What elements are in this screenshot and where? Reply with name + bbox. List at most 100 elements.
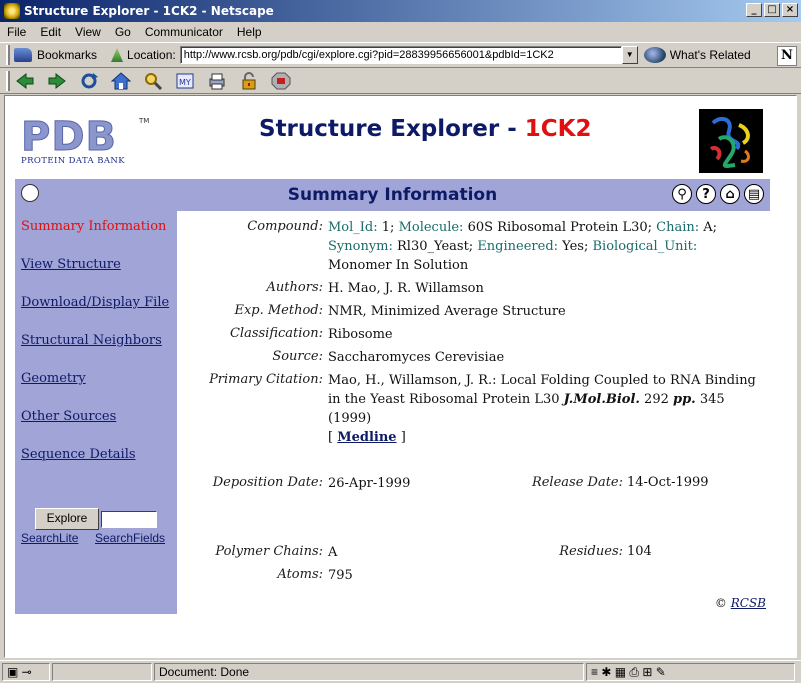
atoms-label: Atoms: [277,567,323,582]
progress-bar [52,663,152,681]
copyright: © RCSB [715,596,766,610]
engineered-key: Engineered: [477,239,559,254]
residues-value: 104 [627,544,652,559]
sidebar-item-sequence-details[interactable]: Sequence Details [21,447,136,462]
molecule-thumbnail[interactable] [699,109,763,173]
source-value: Saccharomyces Cerevisiae [328,350,505,365]
maximize-button[interactable]: □ [764,3,780,17]
contact-icon[interactable]: ▤ [744,184,764,204]
compound-value: Mol_Id: 1; Molecule: 60S Ribosomal Prote… [328,218,748,275]
molecule-key: Molecule: [398,220,464,235]
window-titlebar[interactable]: Structure Explorer - 1CK2 - Netscape _ □… [0,0,801,22]
whats-related-button[interactable]: What's Related [670,48,751,62]
mol-id-value: 1; [377,220,399,235]
compound-label: Compound: [247,219,323,234]
residues-label: Residues: [559,544,623,559]
bookmarks-button[interactable]: Bookmarks [37,48,97,62]
url-input[interactable]: http://www.rcsb.org/pdb/cgi/explore.cgi?… [179,46,622,64]
chain-key: Chain: [656,220,700,235]
polymer-chains-value: A [328,545,338,560]
synonym-key: Synonym: [328,239,393,254]
navigation-toolbar: MY [0,69,801,94]
medline-bracket-open: [ [328,430,338,445]
citation-journal: J.Mol.Biol. [563,392,640,407]
component-bar[interactable]: ≡ ✱ ▦ ⎙ ⊞ ✎ [586,663,795,681]
search-icon[interactable] [142,71,164,91]
summary-header-bar: Summary Information ⚲ ? ⌂ ▤ [15,179,770,211]
status-text: Document: Done [154,663,584,681]
authors-value: H. Mao, J. R. Willamson [328,281,484,296]
mol-id-key: Mol_Id: [328,220,378,235]
home-icon[interactable] [110,71,132,91]
sidebar-item-structural-neighbors[interactable]: Structural Neighbors [21,333,162,348]
sidebar-item-other-sources[interactable]: Other Sources [21,409,116,424]
sidebar-item-download-display-file[interactable]: Download/Display File [21,295,169,310]
explore-button[interactable]: Explore [35,508,99,530]
location-toolbar: Bookmarks Location: http://www.rcsb.org/… [0,42,801,68]
toolbar-grip[interactable] [6,71,10,91]
classification-label: Classification: [229,326,323,341]
menu-communicator[interactable]: Communicator [144,25,224,39]
medline-bracket-close: ] [396,430,406,445]
pdb-logo-letters: PDB [21,114,118,160]
release-date-label: Release Date: [531,475,623,490]
rcsb-link[interactable]: RCSB [731,596,766,610]
authors-label: Authors: [266,280,323,295]
location-icon[interactable] [111,48,124,62]
menu-go[interactable]: Go [114,25,132,39]
menu-edit[interactable]: Edit [39,25,62,39]
searchfields-link[interactable]: SearchFields [95,531,165,545]
sidebar-item-summary-information[interactable]: Summary Information [21,219,166,234]
my-netscape-icon[interactable]: MY [174,71,196,91]
netscape-app-icon [4,3,20,19]
toolbar-grip[interactable] [6,45,10,65]
security-icon[interactable] [238,71,260,91]
citation-pp: pp. [673,392,696,407]
atoms-value: 795 [328,568,353,583]
explore-input[interactable] [101,511,157,528]
whats-related-icon[interactable] [643,47,666,63]
citation-volume: 292 [639,392,673,407]
help-icon[interactable]: ? [696,184,716,204]
medline-link[interactable]: Medline [337,430,396,445]
page-title-prefix: Structure Explorer - [259,116,525,142]
synonym-value: Rl30_Yeast; [392,239,478,254]
page-content: PDB TM PROTEIN DATA BANK Structure Explo… [4,95,797,658]
stop-icon[interactable] [270,71,292,91]
connection-status-icon[interactable]: ▣ ⊸ [2,663,50,681]
pdb-logo[interactable]: PDB TM PROTEIN DATA BANK [21,114,151,167]
deposition-date-value: 26-Apr-1999 [328,476,411,491]
minimize-button[interactable]: _ [746,3,762,17]
sidebar-item-geometry[interactable]: Geometry [21,371,86,386]
menu-file[interactable]: File [6,25,27,39]
searchlite-link[interactable]: SearchLite [21,531,78,545]
print-icon[interactable] [206,71,228,91]
sidebar: Summary Information View Structure Downl… [15,211,177,614]
header-icons: ⚲ ? ⌂ ▤ [672,184,764,204]
back-icon[interactable] [14,71,36,91]
location-label: Location: [127,48,176,62]
exp-method-value: NMR, Minimized Average Structure [328,304,566,319]
classification-value: Ribosome [328,327,393,342]
window-controls: _ □ × [746,3,798,17]
close-button[interactable]: × [782,3,798,17]
sidebar-item-view-structure[interactable]: View Structure [21,257,121,272]
chain-value: A; [699,220,718,235]
reload-icon[interactable] [78,71,100,91]
polymer-chains-label: Polymer Chains: [215,544,323,559]
pdb-logo-subtitle: PROTEIN DATA BANK [21,156,125,166]
primary-citation-value: Mao, H., Willamson, J. R.: Local Folding… [328,371,756,447]
status-bar: ▣ ⊸ Document: Done ≡ ✱ ▦ ⎙ ⊞ ✎ [0,660,801,683]
url-dropdown-button[interactable]: ▼ [621,46,638,64]
copyright-symbol: © [714,596,731,610]
pdb-id: 1CK2 [524,116,592,142]
search-icon[interactable]: ⚲ [672,184,692,204]
menu-help[interactable]: Help [236,25,263,39]
forward-icon[interactable] [46,71,68,91]
menu-view[interactable]: View [74,25,102,39]
biological-unit-key: Biological_Unit: [592,239,698,254]
home-icon[interactable]: ⌂ [720,184,740,204]
bookmarks-icon[interactable] [14,48,32,62]
netscape-logo[interactable]: N [777,46,797,66]
pdb-logo-tm: TM [139,117,150,125]
